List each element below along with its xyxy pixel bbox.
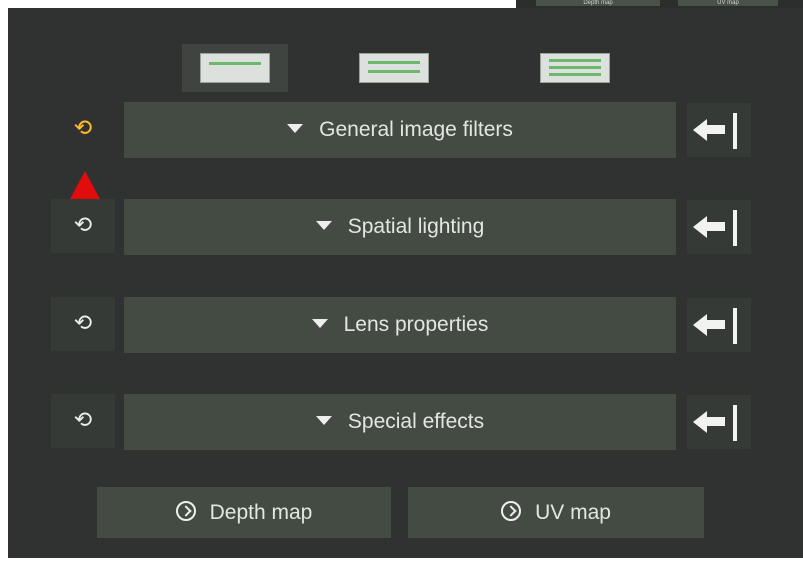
caret-down-icon [287, 124, 304, 134]
reset-lens-properties-button[interactable]: ⟲ [51, 297, 115, 351]
caret-down-icon [311, 319, 328, 329]
reset-special-effects-button[interactable]: ⟲ [51, 394, 115, 448]
section-general-image-filters[interactable]: General image filters [124, 102, 676, 158]
cycle-icon: ⟲ [73, 408, 93, 433]
top-depth-map-button[interactable]: Depth map [536, 0, 660, 6]
depth-map-icon [175, 501, 196, 522]
dock-general-image-filters-button[interactable] [687, 103, 751, 157]
settings-panel: ⟲ General image filters ⟲ Spatial lighti… [8, 8, 803, 558]
single-line-icon [200, 53, 270, 83]
section-label: Spatial lighting [347, 215, 485, 238]
uv-map-label: UV map [535, 501, 611, 524]
top-toolbar-background: Depth map UV map [516, 0, 803, 8]
reset-general-image-filters-button[interactable]: ⟲ [51, 102, 115, 156]
view-mode-multi-button[interactable] [522, 44, 628, 92]
view-mode-single-button[interactable] [182, 44, 288, 92]
dock-spatial-lighting-button[interactable] [687, 200, 751, 254]
reset-spatial-lighting-button[interactable]: ⟲ [51, 199, 115, 253]
top-uv-map-button[interactable]: UV map [678, 0, 778, 6]
attention-marker-icon [69, 171, 101, 201]
dock-special-effects-button[interactable] [687, 395, 751, 449]
depth-map-label: Depth map [209, 501, 313, 524]
section-label: Lens properties [343, 313, 489, 336]
multi-line-icon [540, 53, 610, 83]
cycle-icon: ⟲ [73, 213, 93, 238]
caret-down-icon [315, 416, 332, 426]
section-label: General image filters [319, 118, 513, 141]
uv-map-icon [501, 501, 522, 522]
dock-lens-properties-button[interactable] [687, 298, 751, 352]
uv-map-button[interactable]: UV map [408, 487, 704, 538]
section-label: Special effects [347, 410, 485, 433]
cycle-icon: ⟲ [73, 116, 93, 141]
view-mode-double-button[interactable] [341, 44, 447, 92]
top-toolbar-strip: Depth map UV map [0, 0, 803, 8]
window-left-edge [0, 8, 8, 561]
section-special-effects[interactable]: Special effects [124, 394, 676, 450]
cycle-icon: ⟲ [73, 311, 93, 336]
double-line-icon [359, 53, 429, 83]
depth-map-button[interactable]: Depth map [97, 487, 391, 538]
section-spatial-lighting[interactable]: Spatial lighting [124, 199, 676, 255]
section-lens-properties[interactable]: Lens properties [124, 297, 676, 353]
caret-down-icon [315, 221, 332, 231]
